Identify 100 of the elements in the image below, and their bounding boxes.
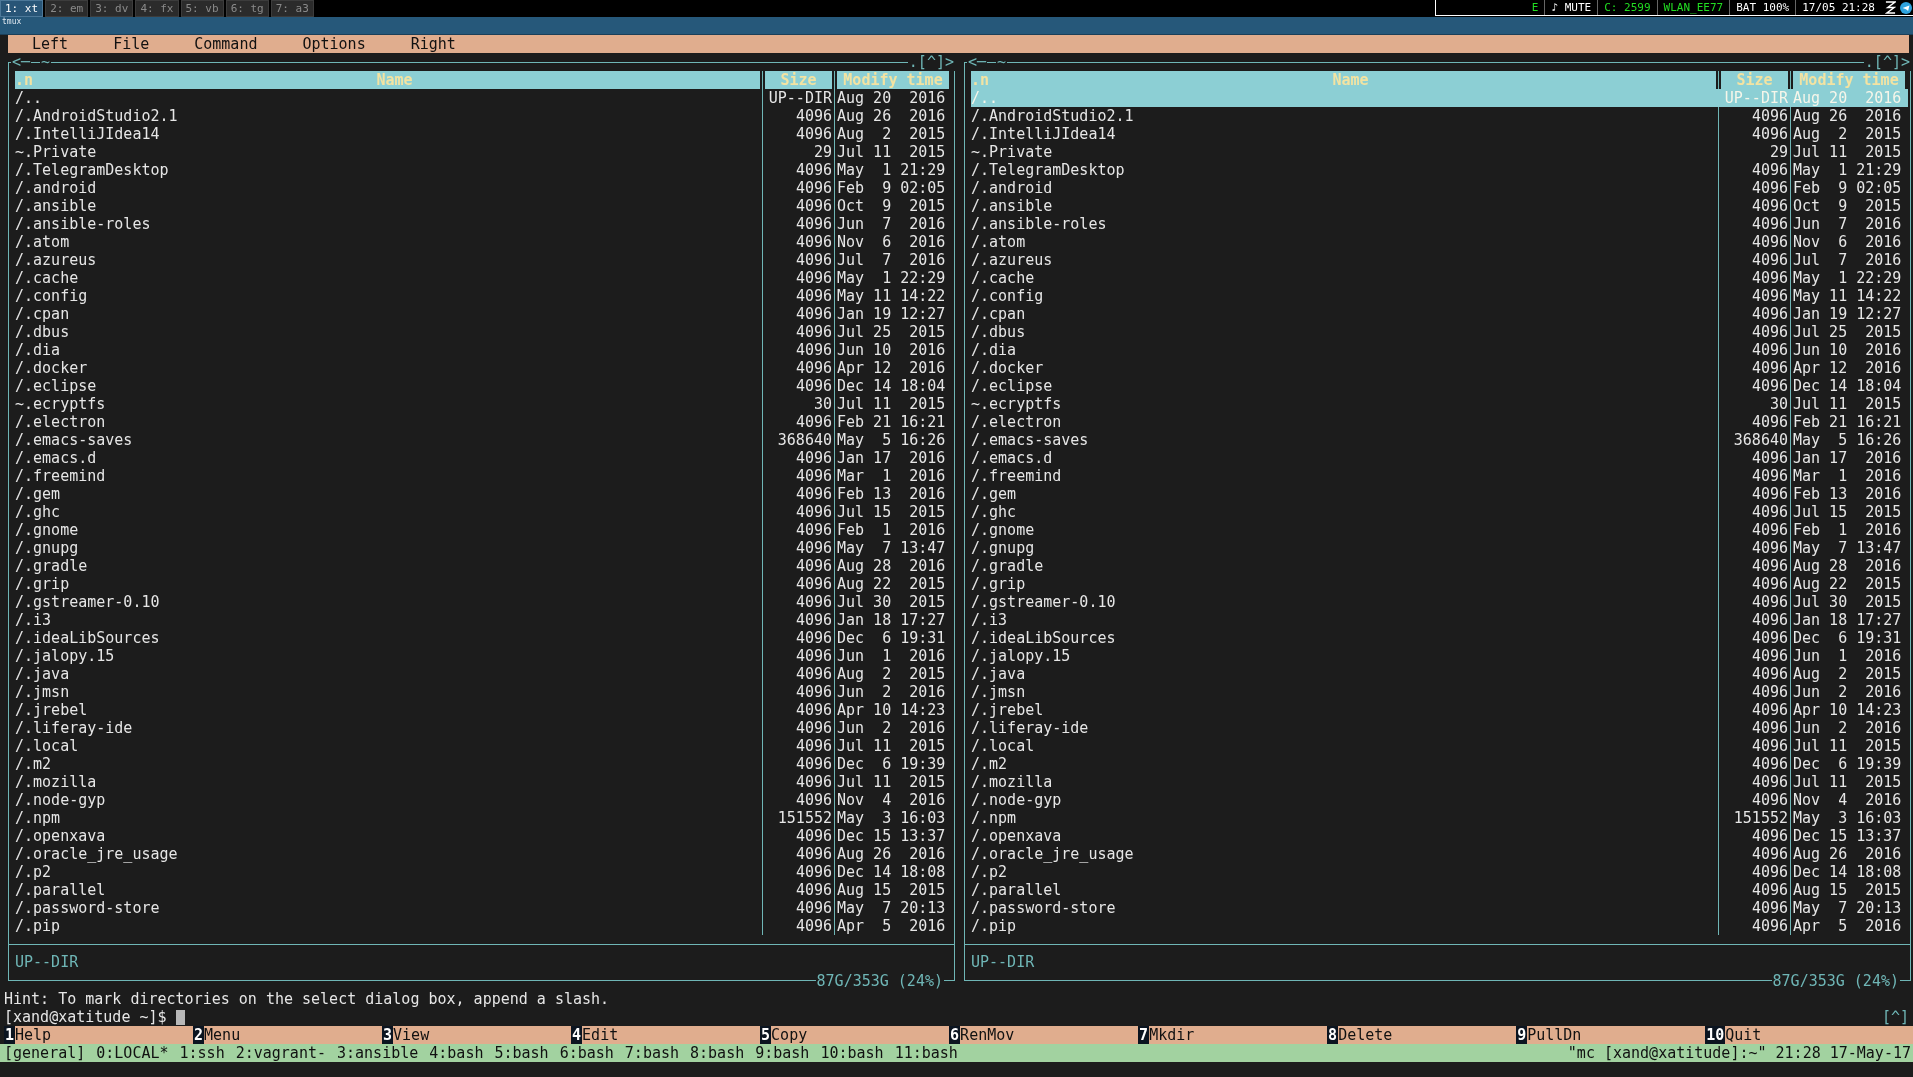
file-row[interactable]: /.eclipse 4096 Dec 14 18:04 — [15, 377, 952, 395]
file-row[interactable]: /.jrebel 4096 Apr 10 14:23 — [15, 701, 952, 719]
file-row[interactable]: /.grip 4096 Aug 22 2015 — [15, 575, 952, 593]
file-row[interactable]: /.AndroidStudio2.1 4096 Aug 26 2016 — [15, 107, 952, 125]
window-tab[interactable]: 10:bash — [820, 1044, 884, 1062]
file-row[interactable]: /.oracle_jre_usage 4096 Aug 26 2016 — [971, 845, 1908, 863]
file-row[interactable]: /.TelegramDesktop 4096 May 1 21:29 — [971, 161, 1908, 179]
file-row[interactable]: /.ansible 4096 Oct 9 2015 — [971, 197, 1908, 215]
file-row[interactable]: /.mozilla 4096 Jul 11 2015 — [971, 773, 1908, 791]
file-row[interactable]: /.atom 4096 Nov 6 2016 — [971, 233, 1908, 251]
file-row[interactable]: ~.ecryptfs 30 Jul 11 2015 — [971, 395, 1908, 413]
file-row[interactable]: /.jmsn 4096 Jun 2 2016 — [15, 683, 952, 701]
file-row[interactable]: /.p2 4096 Dec 14 18:08 — [971, 863, 1908, 881]
file-row[interactable]: /.emacs.d 4096 Jan 17 2016 — [15, 449, 952, 467]
function-key-button[interactable]: 10Quit — [1705, 1026, 1913, 1044]
file-row[interactable]: /.ansible 4096 Oct 9 2015 — [15, 197, 952, 215]
window-tab[interactable]: 0:LOCAL* — [96, 1044, 169, 1062]
file-row[interactable]: /.cache 4096 May 1 22:29 — [971, 269, 1908, 287]
file-row[interactable]: /.gstreamer-0.10 4096 Jul 30 2015 — [15, 593, 952, 611]
window-tab[interactable]: 4:bash — [429, 1044, 484, 1062]
file-row[interactable]: /.android 4096 Feb 9 02:05 — [971, 179, 1908, 197]
file-row[interactable]: /.azureus 4096 Jul 7 2016 — [15, 251, 952, 269]
workspace-tab[interactable]: 3: dv — [90, 0, 134, 17]
file-row[interactable]: /.jmsn 4096 Jun 2 2016 — [971, 683, 1908, 701]
function-key-button[interactable]: 7Mkdir — [1138, 1026, 1328, 1044]
file-row[interactable]: /.npm 151552 May 3 16:03 — [15, 809, 952, 827]
function-key-button[interactable]: 2Menu — [193, 1026, 383, 1044]
file-row[interactable]: /.java 4096 Aug 2 2015 — [971, 665, 1908, 683]
window-tab[interactable]: 7:bash — [624, 1044, 680, 1062]
file-row[interactable]: /.grip 4096 Aug 22 2015 — [971, 575, 1908, 593]
menu-item[interactable]: File — [113, 35, 150, 53]
file-row[interactable]: /.cache 4096 May 1 22:29 — [15, 269, 952, 287]
file-row[interactable]: /.liferay-ide 4096 Jun 2 2016 — [15, 719, 952, 737]
menu-item[interactable]: Left — [32, 35, 69, 53]
file-row[interactable]: /.npm 151552 May 3 16:03 — [971, 809, 1908, 827]
file-row[interactable]: /.pip 4096 Apr 5 2016 — [15, 917, 952, 935]
function-key-button[interactable]: 9PullDn — [1516, 1026, 1706, 1044]
file-row[interactable]: /.cpan 4096 Jan 19 12:27 — [15, 305, 952, 323]
file-row[interactable]: /.node-gyp 4096 Nov 4 2016 — [15, 791, 952, 809]
file-row[interactable]: /.docker 4096 Apr 12 2016 — [15, 359, 952, 377]
file-row[interactable]: /.emacs.d 4096 Jan 17 2016 — [971, 449, 1908, 467]
function-key-button[interactable]: 1Help — [4, 1026, 193, 1044]
paper-plane-icon[interactable] — [1900, 1, 1912, 14]
window-tab[interactable]: 6:bash — [559, 1044, 614, 1062]
file-row[interactable]: /.local 4096 Jul 11 2015 — [971, 737, 1908, 755]
file-row[interactable]: /.i3 4096 Jan 18 17:27 — [15, 611, 952, 629]
workspace-tab[interactable]: 4: fx — [135, 0, 179, 17]
file-row[interactable]: /.dbus 4096 Jul 25 2015 — [971, 323, 1908, 341]
file-row[interactable]: ~.ecryptfs 30 Jul 11 2015 — [15, 395, 952, 413]
file-row[interactable]: /.i3 4096 Jan 18 17:27 — [971, 611, 1908, 629]
file-row[interactable]: /.dbus 4096 Jul 25 2015 — [15, 323, 952, 341]
menu-item[interactable]: Command — [194, 35, 258, 53]
file-row[interactable]: /.gnome 4096 Feb 1 2016 — [15, 521, 952, 539]
file-row[interactable]: /.m2 4096 Dec 6 19:39 — [15, 755, 952, 773]
function-key-button[interactable]: 3View — [382, 1026, 572, 1044]
file-row[interactable]: /.openxava 4096 Dec 15 13:37 — [971, 827, 1908, 845]
window-tab[interactable]: 1:ssh — [179, 1044, 225, 1062]
file-row[interactable]: /.gem 4096 Feb 13 2016 — [15, 485, 952, 503]
window-tab[interactable]: 2:vagrant- — [235, 1044, 326, 1062]
window-tab[interactable]: 9:bash — [755, 1044, 810, 1062]
file-row[interactable]: /.oracle_jre_usage 4096 Aug 26 2016 — [15, 845, 952, 863]
file-row[interactable]: /.parallel 4096 Aug 15 2015 — [971, 881, 1908, 899]
file-row[interactable]: /.gem 4096 Feb 13 2016 — [971, 485, 1908, 503]
panel-controls[interactable]: .[^]> — [907, 53, 955, 71]
file-row[interactable]: /.gnome 4096 Feb 1 2016 — [971, 521, 1908, 539]
file-row[interactable]: /.dia 4096 Jun 10 2016 — [971, 341, 1908, 359]
function-key-button[interactable]: 8Delete — [1327, 1026, 1517, 1044]
workspace-tab[interactable]: 2: em — [45, 0, 89, 17]
file-row[interactable]: /.. UP--DIR Aug 20 2016 — [15, 89, 952, 107]
file-row[interactable]: /.ghc 4096 Jul 15 2015 — [15, 503, 952, 521]
file-row[interactable]: /.freemind 4096 Mar 1 2016 — [971, 467, 1908, 485]
file-row[interactable]: /.java 4096 Aug 2 2015 — [15, 665, 952, 683]
workspace-tab[interactable]: 7: a3 — [270, 0, 314, 17]
file-row[interactable]: /.gstreamer-0.10 4096 Jul 30 2015 — [971, 593, 1908, 611]
file-row[interactable]: /.ideaLibSources 4096 Dec 6 19:31 — [971, 629, 1908, 647]
menu-item[interactable]: Right — [410, 35, 456, 53]
file-row[interactable]: /.ideaLibSources 4096 Dec 6 19:31 — [15, 629, 952, 647]
file-row[interactable]: /.gradle 4096 Aug 28 2016 — [971, 557, 1908, 575]
file-row[interactable]: /.ghc 4096 Jul 15 2015 — [971, 503, 1908, 521]
file-row[interactable]: /.password-store 4096 May 7 20:13 — [15, 899, 952, 917]
file-row[interactable]: /.electron 4096 Feb 21 16:21 — [15, 413, 952, 431]
file-row[interactable]: /.azureus 4096 Jul 7 2016 — [971, 251, 1908, 269]
file-row[interactable]: /.local 4096 Jul 11 2015 — [15, 737, 952, 755]
function-key-button[interactable]: 5Copy — [760, 1026, 950, 1044]
file-row[interactable]: /.jrebel 4096 Apr 10 14:23 — [971, 701, 1908, 719]
file-row[interactable]: /.docker 4096 Apr 12 2016 — [971, 359, 1908, 377]
window-tab[interactable]: 11:bash — [894, 1044, 958, 1062]
workspace-tab[interactable]: 5: vb — [180, 0, 224, 17]
file-row[interactable]: /.parallel 4096 Aug 15 2015 — [15, 881, 952, 899]
file-row[interactable]: /.liferay-ide 4096 Jun 2 2016 — [971, 719, 1908, 737]
file-row[interactable]: /.password-store 4096 May 7 20:13 — [971, 899, 1908, 917]
window-tab[interactable]: 8:bash — [690, 1044, 745, 1062]
file-row[interactable]: /.IntelliJIdea14 4096 Aug 2 2015 — [971, 125, 1908, 143]
file-row[interactable]: /.m2 4096 Dec 6 19:39 — [971, 755, 1908, 773]
function-key-button[interactable]: 4Edit — [571, 1026, 761, 1044]
file-row[interactable]: /.ansible-roles 4096 Jun 7 2016 — [971, 215, 1908, 233]
file-row[interactable]: /.cpan 4096 Jan 19 12:27 — [971, 305, 1908, 323]
file-row[interactable]: /.freemind 4096 Mar 1 2016 — [15, 467, 952, 485]
file-row[interactable]: /.emacs-saves 368640 May 5 16:26 — [15, 431, 952, 449]
zigzag-icon[interactable] — [1885, 1, 1896, 14]
